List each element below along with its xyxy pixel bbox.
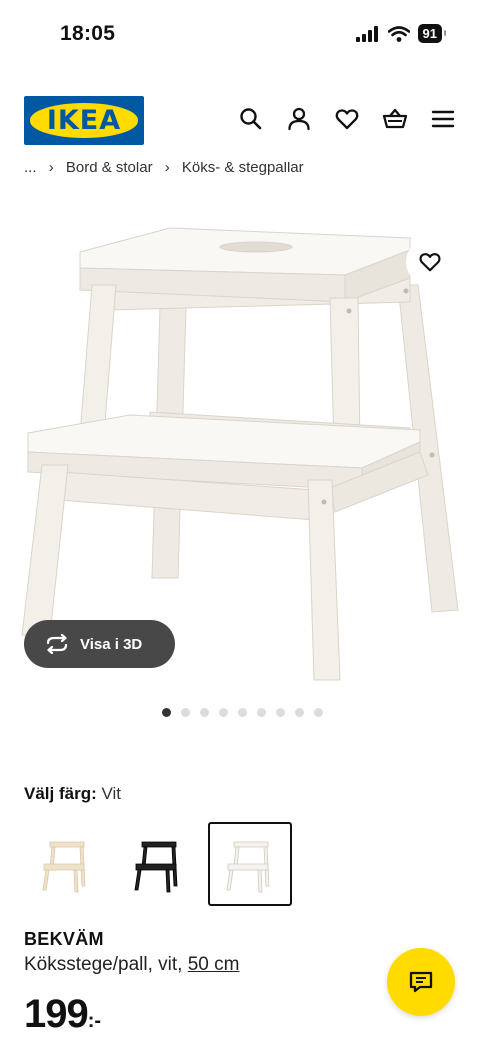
step-stool-illustration bbox=[21, 227, 459, 681]
view-in-3d-button[interactable]: Visa i 3D bbox=[24, 620, 175, 668]
carousel-dot[interactable] bbox=[313, 708, 323, 717]
color-label-value: Vit bbox=[101, 784, 122, 803]
battery-indicator: 91 bbox=[417, 24, 447, 43]
add-to-favourites-button[interactable] bbox=[406, 238, 454, 286]
stool-thumbnail-birch bbox=[42, 841, 86, 893]
carousel-dot[interactable] bbox=[218, 708, 228, 717]
menu-icon[interactable] bbox=[430, 106, 456, 132]
site-header: IKEA bbox=[24, 96, 456, 146]
breadcrumb-item-pallar[interactable]: Köks- & stegpallar bbox=[182, 162, 304, 176]
product-description-text: Köksstege/pall, vit, bbox=[24, 954, 183, 975]
product-description: Köksstege/pall, vit, 50 cm bbox=[24, 954, 239, 976]
carousel-dot[interactable] bbox=[180, 708, 190, 717]
breadcrumb-ellipsis[interactable]: ... bbox=[24, 162, 37, 176]
heart-icon[interactable] bbox=[334, 106, 360, 132]
carousel-dot[interactable] bbox=[256, 708, 266, 717]
wifi-icon bbox=[387, 25, 410, 42]
color-swatches bbox=[24, 822, 292, 906]
price-suffix: :- bbox=[87, 1010, 102, 1032]
status-icons: 91 bbox=[355, 24, 447, 43]
stool-thumbnail-white bbox=[226, 841, 270, 893]
view-in-3d-label: Visa i 3D bbox=[80, 635, 143, 653]
user-icon[interactable] bbox=[286, 106, 312, 132]
status-time: 18:05 bbox=[60, 22, 116, 45]
heart-icon bbox=[419, 253, 441, 272]
chat-button[interactable] bbox=[387, 948, 455, 1016]
image-carousel-dots bbox=[0, 708, 480, 717]
header-nav bbox=[238, 106, 456, 132]
search-icon[interactable] bbox=[238, 106, 264, 132]
breadcrumb-chevron-icon: › bbox=[164, 162, 170, 176]
ikea-logo[interactable]: IKEA bbox=[24, 96, 144, 145]
cart-icon[interactable] bbox=[382, 106, 408, 132]
logo-text: IKEA bbox=[46, 105, 122, 136]
price-integer: 199 bbox=[24, 992, 89, 1036]
signal-icon bbox=[355, 25, 378, 42]
chat-icon bbox=[409, 971, 433, 993]
product-name: BEKVÄM bbox=[24, 929, 104, 949]
stool-thumbnail-black bbox=[134, 841, 178, 893]
color-swatch-white[interactable] bbox=[208, 822, 292, 906]
rotate-3d-icon bbox=[46, 634, 68, 654]
carousel-dot[interactable] bbox=[294, 708, 304, 717]
product-price: 199 :- bbox=[24, 992, 101, 1037]
carousel-dot[interactable] bbox=[237, 708, 247, 717]
color-swatch-birch[interactable] bbox=[24, 822, 108, 906]
status-bar: 18:05 91 bbox=[0, 0, 480, 70]
breadcrumb: ... › Bord & stolar › Köks- & stegpallar bbox=[24, 162, 304, 178]
product-size-link[interactable]: 50 cm bbox=[188, 954, 240, 975]
breadcrumb-chevron-icon: › bbox=[48, 162, 54, 176]
carousel-dot[interactable] bbox=[199, 708, 209, 717]
carousel-dot[interactable] bbox=[161, 708, 171, 717]
carousel-dot[interactable] bbox=[275, 708, 285, 717]
breadcrumb-item-bord[interactable]: Bord & stolar bbox=[66, 162, 153, 176]
color-swatch-black[interactable] bbox=[116, 822, 200, 906]
color-label-title: Välj färg: bbox=[24, 784, 97, 803]
color-label: Välj färg: Vit bbox=[24, 784, 121, 804]
